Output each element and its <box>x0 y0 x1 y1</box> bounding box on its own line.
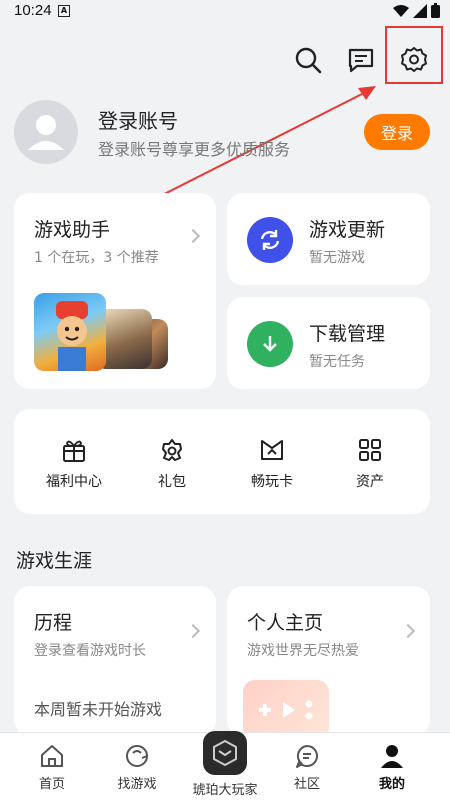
history-card[interactable]: 历程 登录查看游戏时长 本周暂未开始游戏 <box>14 586 216 736</box>
game-assistant-title: 游戏助手 <box>34 219 111 241</box>
game-update-desc: 暂无游戏 <box>309 250 365 266</box>
profile-icon <box>381 745 403 768</box>
quick-action-play-card[interactable]: 畅玩卡 <box>232 437 312 491</box>
history-desc: 登录查看游戏时长 <box>34 643 146 659</box>
find-game-icon <box>126 745 148 767</box>
grid-icon <box>359 439 381 461</box>
quick-action-welfare-center[interactable]: 福利中心 <box>34 437 114 491</box>
login-button[interactable]: 登录 <box>364 114 430 150</box>
user-avatar-icon <box>28 115 64 150</box>
quick-action-label: 资产 <box>356 474 384 490</box>
quick-action-assets[interactable]: 资产 <box>330 437 410 491</box>
nav-home[interactable]: 首页 <box>12 743 92 792</box>
profile-section[interactable]: 登录账号 登录账号尊享更多优质服务 登录 <box>14 100 436 164</box>
personal-homepage-title: 个人主页 <box>247 612 324 634</box>
quick-action-label: 福利中心 <box>46 474 102 490</box>
gift-pack-icon <box>162 439 182 461</box>
chevron-right-icon <box>185 623 201 639</box>
update-icon <box>247 217 293 263</box>
download-manager-desc: 暂无任务 <box>309 354 365 370</box>
nav-label: 找游戏 <box>117 777 157 792</box>
recommended-game-thumbnails[interactable] <box>34 293 170 371</box>
nav-find-game[interactable]: 找游戏 <box>97 743 177 792</box>
nav-amber-player[interactable]: 琥珀大玩家 <box>185 731 265 798</box>
chevron-right-icon <box>400 623 416 639</box>
avatar[interactable] <box>14 100 78 164</box>
game-assistant-desc: 1 个在玩，3 个推荐 <box>34 250 159 266</box>
history-title: 历程 <box>34 612 73 634</box>
gamepad-icon <box>259 700 313 720</box>
nav-label: 琥珀大玩家 <box>192 783 258 798</box>
quick-action-gift-pack[interactable]: 礼包 <box>132 437 212 491</box>
personal-homepage-desc: 游戏世界无尽热爱 <box>247 643 359 659</box>
game-career-section-title: 游戏生涯 <box>16 550 93 572</box>
download-manager-card[interactable]: 下载管理 暂无任务 <box>227 297 430 389</box>
bottom-navigation: 首页 找游戏 琥珀大玩家 社区 我的 <box>0 731 450 800</box>
quick-actions-panel: 福利中心 礼包 畅玩卡 资产 <box>14 409 430 514</box>
play-card-icon <box>261 440 283 460</box>
game-update-card[interactable]: 游戏更新 暂无游戏 <box>227 193 430 285</box>
login-title[interactable]: 登录账号 <box>98 105 178 134</box>
download-manager-title: 下载管理 <box>309 323 386 345</box>
game-assistant-card[interactable]: 游戏助手 1 个在玩，3 个推荐 <box>14 193 216 389</box>
home-icon <box>41 745 63 767</box>
history-week-note: 本周暂未开始游戏 <box>34 700 163 719</box>
amber-player-icon <box>203 731 247 775</box>
quick-action-label: 礼包 <box>158 474 186 490</box>
download-icon <box>247 321 293 367</box>
nav-profile[interactable]: 我的 <box>352 743 432 792</box>
personal-homepage-card[interactable]: 个人主页 游戏世界无尽热爱 <box>227 586 430 736</box>
gift-icon <box>63 440 85 462</box>
nav-label: 首页 <box>38 777 65 792</box>
gamepad-illustration <box>243 680 329 736</box>
game-thumbnail[interactable] <box>34 293 106 371</box>
quick-action-label: 畅玩卡 <box>251 474 293 490</box>
chevron-right-icon <box>185 228 201 244</box>
login-subtitle: 登录账号尊享更多优质服务 <box>98 140 291 159</box>
game-character-image <box>56 301 88 371</box>
nav-label: 我的 <box>378 777 405 792</box>
nav-label: 社区 <box>293 777 320 792</box>
nav-community[interactable]: 社区 <box>267 743 347 792</box>
game-update-title: 游戏更新 <box>309 219 386 241</box>
community-icon <box>296 745 318 768</box>
